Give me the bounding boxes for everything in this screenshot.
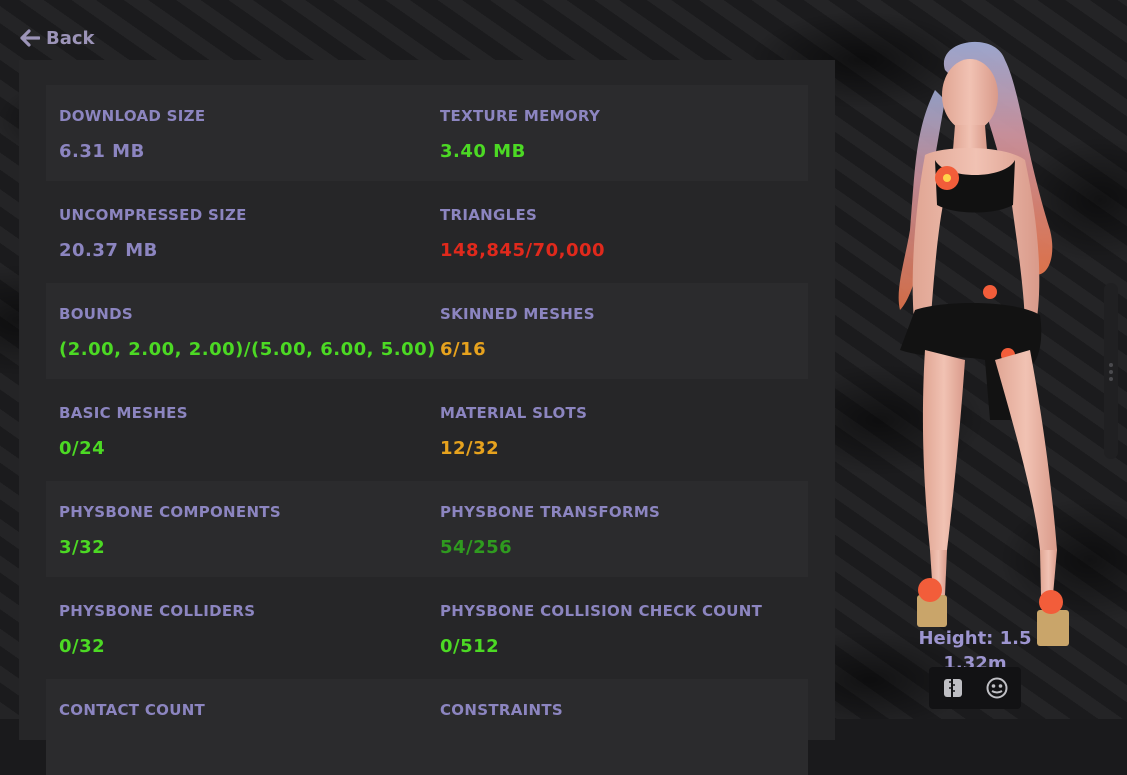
- stat-row: BASIC MESHES 0/24 MATERIAL SLOTS 12/32: [46, 382, 808, 478]
- zipper-bag-button[interactable]: [938, 673, 968, 703]
- zipper-bag-icon: [944, 679, 962, 697]
- stat-label: BASIC MESHES: [59, 404, 188, 422]
- stat-value: 3/32: [59, 537, 106, 558]
- stat-row: UNCOMPRESSED SIZE 20.37 MB TRIANGLES 148,84…: [46, 184, 808, 280]
- stat-value: 6/16: [440, 339, 487, 360]
- stat-value: 54/256: [440, 537, 513, 558]
- stat-value: 3.40 MB: [440, 141, 526, 162]
- stat-row: CONTACT COUNT CONSTRAINTS: [46, 679, 808, 775]
- stat-label: PHYSBONE COLLIDERS: [59, 602, 256, 620]
- stat-label: UNCOMPRESSED SIZE: [59, 206, 247, 224]
- performance-stats-panel: DOWNLOAD SIZE 6.31 MB TEXTURE MEMORY 3.40 M…: [19, 60, 835, 775]
- back-button[interactable]: Back: [20, 26, 95, 50]
- stat-label: TEXTURE MEMORY: [440, 107, 601, 125]
- stat-row: PHYSBONE COMPONENTS 3/32 PHYSBONE TRANSFOR…: [46, 481, 808, 577]
- face-mask-button[interactable]: [982, 673, 1012, 703]
- scroll-grip[interactable]: [1109, 363, 1113, 384]
- stat-label: TRIANGLES: [440, 206, 538, 224]
- arrow-left-icon: [20, 29, 40, 47]
- stat-label: CONTACT COUNT: [59, 701, 206, 719]
- stat-label: DOWNLOAD SIZE: [59, 107, 206, 125]
- stat-label: CONSTRAINTS: [440, 701, 563, 719]
- stat-label: PHYSBONE COMPONENTS: [59, 503, 281, 521]
- stat-value: (2.00, 2.00, 2.00)/(5.00, 6.00, 5.00): [59, 339, 436, 360]
- preview-scrollbar[interactable]: [1104, 283, 1118, 459]
- stat-value: 0/32: [59, 636, 106, 657]
- stat-value: 0/24: [59, 438, 106, 459]
- face-mask-icon: [986, 677, 1008, 699]
- stat-value: 6.31 MB: [59, 141, 145, 162]
- stat-value: 12/32: [440, 438, 500, 459]
- stat-row: DOWNLOAD SIZE 6.31 MB TEXTURE MEMORY 3.40 M…: [46, 85, 808, 181]
- stat-label: PHYSBONE COLLISION CHECK COUNT: [440, 602, 763, 620]
- stat-label: BOUNDS: [59, 305, 133, 323]
- stat-value: 20.37 MB: [59, 240, 158, 261]
- stat-label: PHYSBONE TRANSFORMS: [440, 503, 661, 521]
- avatar-preview-model[interactable]: [875, 30, 1075, 660]
- preview-toolbar: [929, 667, 1021, 709]
- stat-value: 148,845/70,000: [440, 240, 606, 261]
- stat-label: SKINNED MESHES: [440, 305, 595, 323]
- stat-row: BOUNDS (2.00, 2.00, 2.00)/(5.00, 6.00, 5.…: [46, 283, 808, 379]
- back-label: Back: [46, 27, 95, 49]
- stat-value: 0/512: [440, 636, 500, 657]
- stat-label: MATERIAL SLOTS: [440, 404, 588, 422]
- stat-row: PHYSBONE COLLIDERS 0/32 PHYSBONE COLLISION…: [46, 580, 808, 676]
- height-text: Height: 1.5: [918, 628, 1032, 649]
